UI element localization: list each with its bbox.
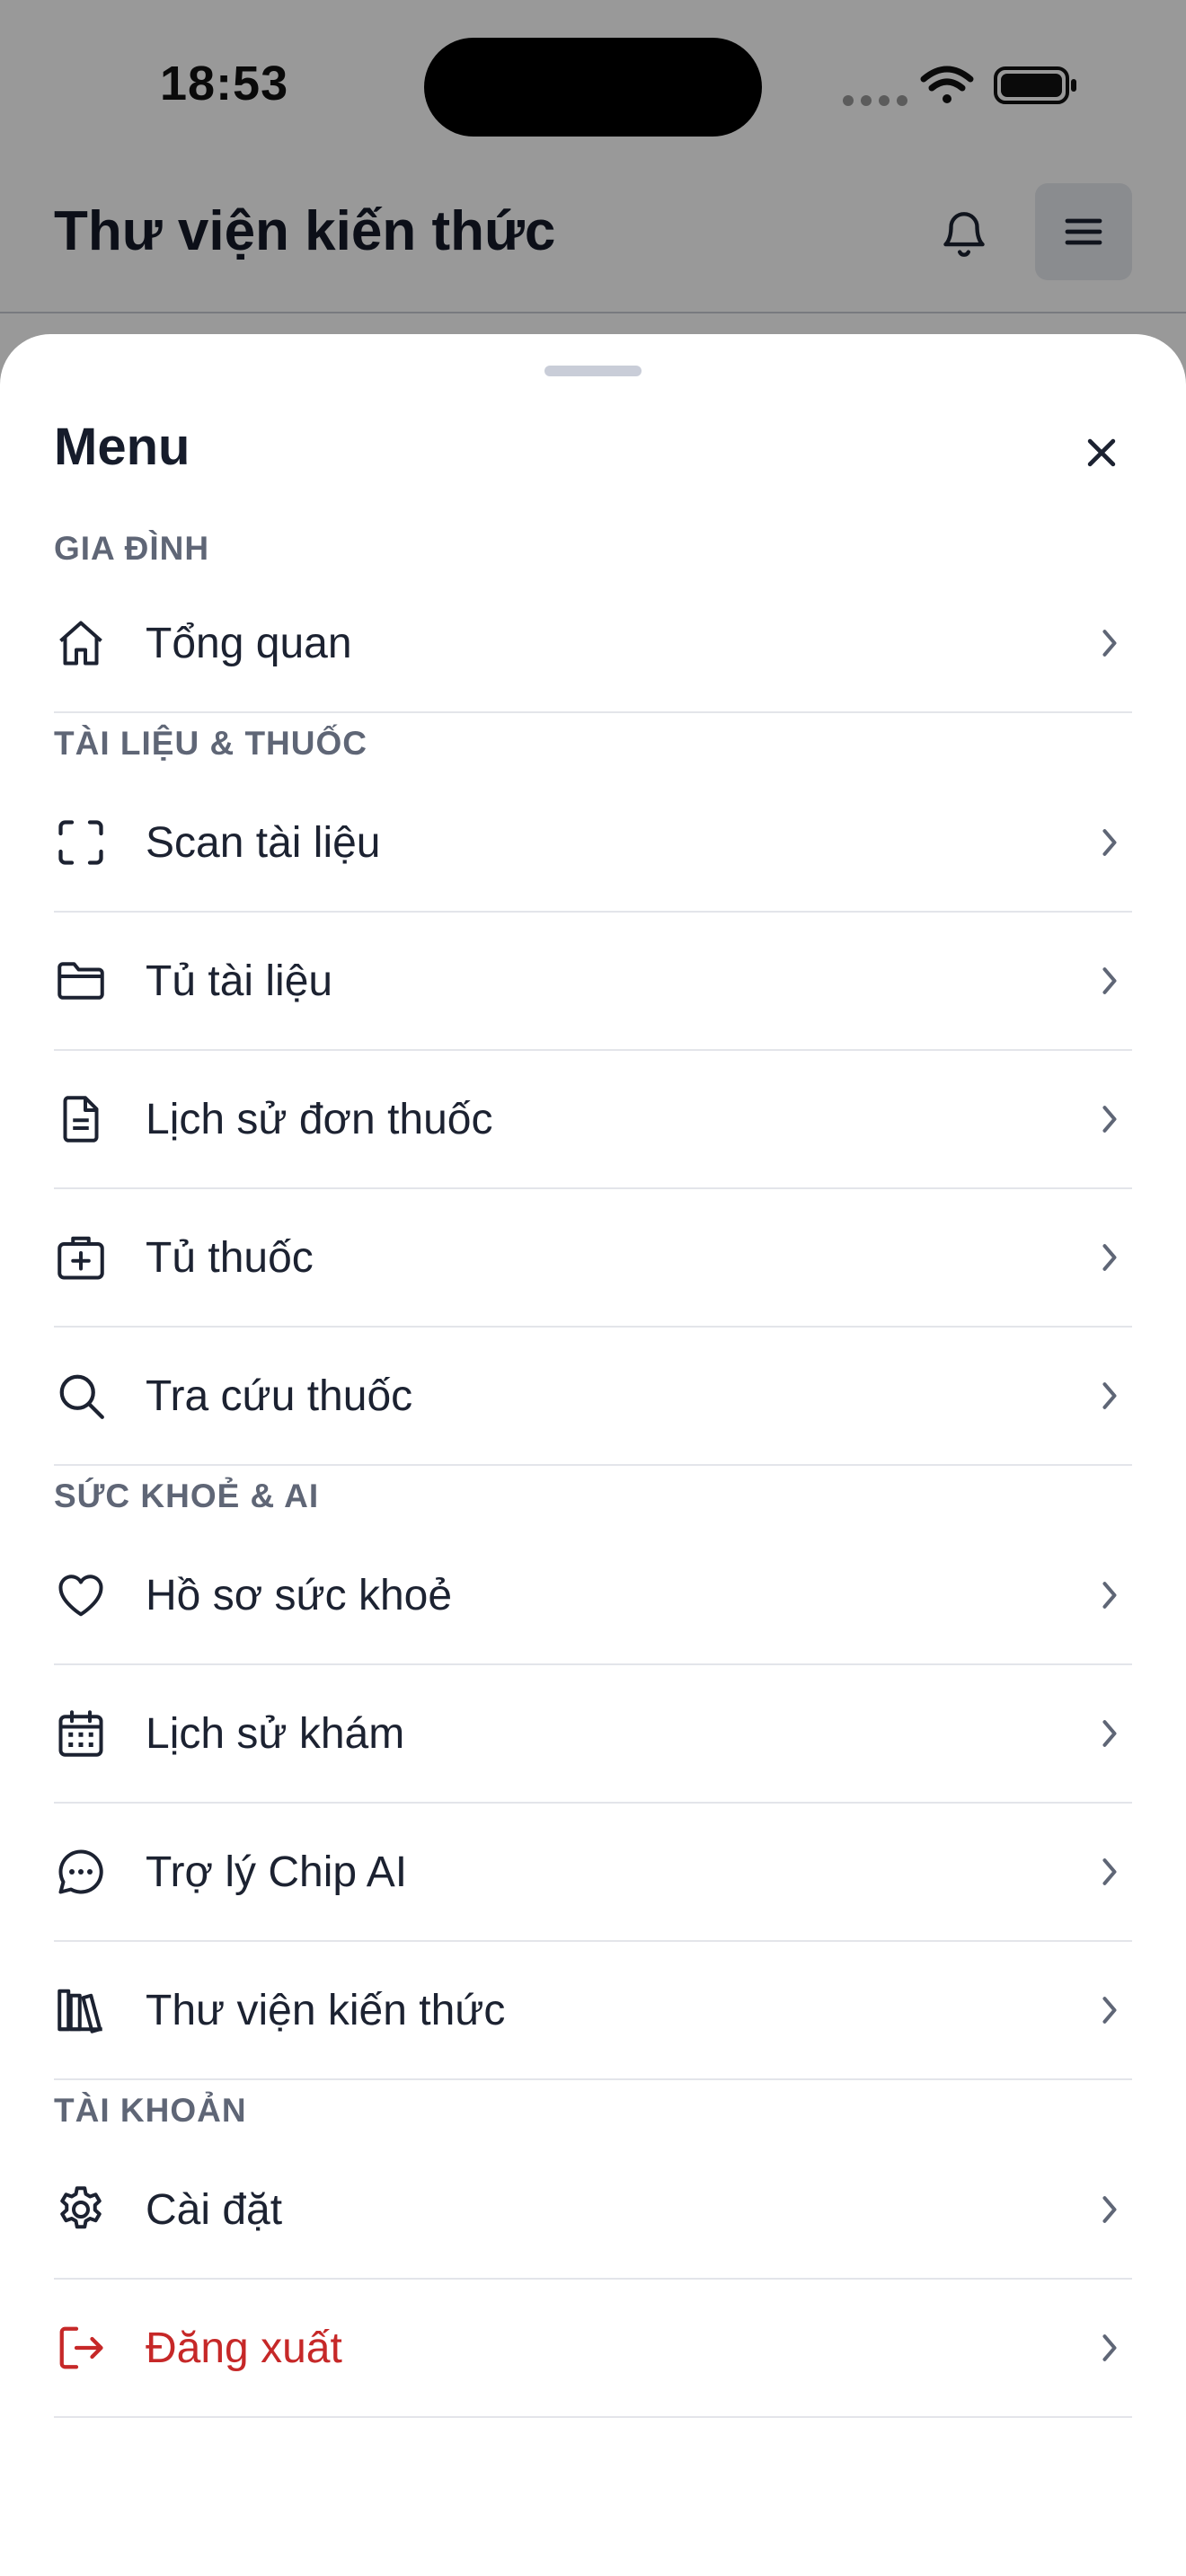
section-label-family: GIA ĐÌNH <box>54 530 210 567</box>
medicine-box-icon <box>54 1231 108 1284</box>
scan-icon <box>54 816 108 869</box>
chevron-right-icon <box>1096 1989 1123 2032</box>
menu-item-drug-lookup[interactable]: Tra cứu thuốc <box>54 1328 1132 1466</box>
menu-item-label: Trợ lý Chip AI <box>146 1848 408 1896</box>
menu-item-label: Hồ sơ sức khoẻ <box>146 1571 453 1619</box>
chevron-right-icon <box>1096 821 1123 864</box>
chevron-right-icon <box>1096 1098 1123 1141</box>
chevron-right-icon <box>1096 1712 1123 1755</box>
sheet-grabber[interactable] <box>544 366 642 376</box>
menu-item-label: Thư viện kiến thức <box>146 1986 506 2034</box>
menu-item-health-profile[interactable]: Hồ sơ sức khoẻ <box>54 1527 1132 1665</box>
section-label-health-ai: SỨC KHOẺ & AI <box>54 1478 320 1514</box>
chevron-right-icon <box>1096 1574 1123 1617</box>
menu-list: GIA ĐÌNH Tổng quan TÀI LIỆU & THUỐC Scan… <box>54 523 1132 2418</box>
menu-item-label: Lịch sử khám <box>146 1709 405 1758</box>
menu-item-chip-ai[interactable]: Trợ lý Chip AI <box>54 1804 1132 1942</box>
library-icon <box>54 1983 108 2037</box>
menu-item-label: Cài đặt <box>146 2185 283 2234</box>
menu-item-visit-history[interactable]: Lịch sử khám <box>54 1665 1132 1804</box>
menu-item-label: Lịch sử đơn thuốc <box>146 1095 493 1143</box>
menu-item-medicine-cabinet[interactable]: Tủ thuốc <box>54 1189 1132 1328</box>
home-icon <box>54 616 108 670</box>
menu-item-prescription-history[interactable]: Lịch sử đơn thuốc <box>54 1051 1132 1189</box>
menu-item-label: Tủ tài liệu <box>146 957 333 1005</box>
chevron-right-icon <box>1096 959 1123 1002</box>
gear-icon <box>54 2183 108 2236</box>
chevron-right-icon <box>1096 1374 1123 1417</box>
chevron-right-icon <box>1096 622 1123 665</box>
menu-item-label: Scan tài liệu <box>146 818 381 867</box>
chevron-right-icon <box>1096 2326 1123 2369</box>
menu-item-document-cabinet[interactable]: Tủ tài liệu <box>54 913 1132 1051</box>
search-icon <box>54 1369 108 1423</box>
menu-item-label: Tổng quan <box>146 619 352 667</box>
close-button[interactable] <box>1069 420 1134 485</box>
close-icon <box>1087 438 1116 467</box>
calendar-icon <box>54 1707 108 1760</box>
section-label-documents: TÀI LIỆU & THUỐC <box>54 725 367 762</box>
chevron-right-icon <box>1096 1850 1123 1893</box>
menu-item-logout[interactable]: Đăng xuất <box>54 2280 1132 2418</box>
folder-icon <box>54 954 108 1008</box>
menu-item-label: Tủ thuốc <box>146 1233 314 1282</box>
chevron-right-icon <box>1096 2188 1123 2231</box>
section-label-account: TÀI KHOẢN <box>54 2092 247 2129</box>
heart-icon <box>54 1568 108 1622</box>
menu-item-scan[interactable]: Scan tài liệu <box>54 774 1132 913</box>
menu-sheet: Menu GIA ĐÌNH Tổng quan TÀI LIỆU & THUỐC… <box>0 334 1186 2576</box>
logout-icon <box>54 2321 108 2375</box>
menu-item-settings[interactable]: Cài đặt <box>54 2141 1132 2280</box>
menu-item-label: Tra cứu thuốc <box>146 1372 413 1420</box>
menu-item-knowledge-library[interactable]: Thư viện kiến thức <box>54 1942 1132 2080</box>
menu-item-overview[interactable]: Tổng quan <box>54 575 1132 713</box>
chat-icon <box>54 1845 108 1899</box>
menu-item-label: Đăng xuất <box>146 2324 342 2372</box>
document-icon <box>54 1092 108 1146</box>
chevron-right-icon <box>1096 1236 1123 1279</box>
sheet-title: Menu <box>54 418 190 476</box>
